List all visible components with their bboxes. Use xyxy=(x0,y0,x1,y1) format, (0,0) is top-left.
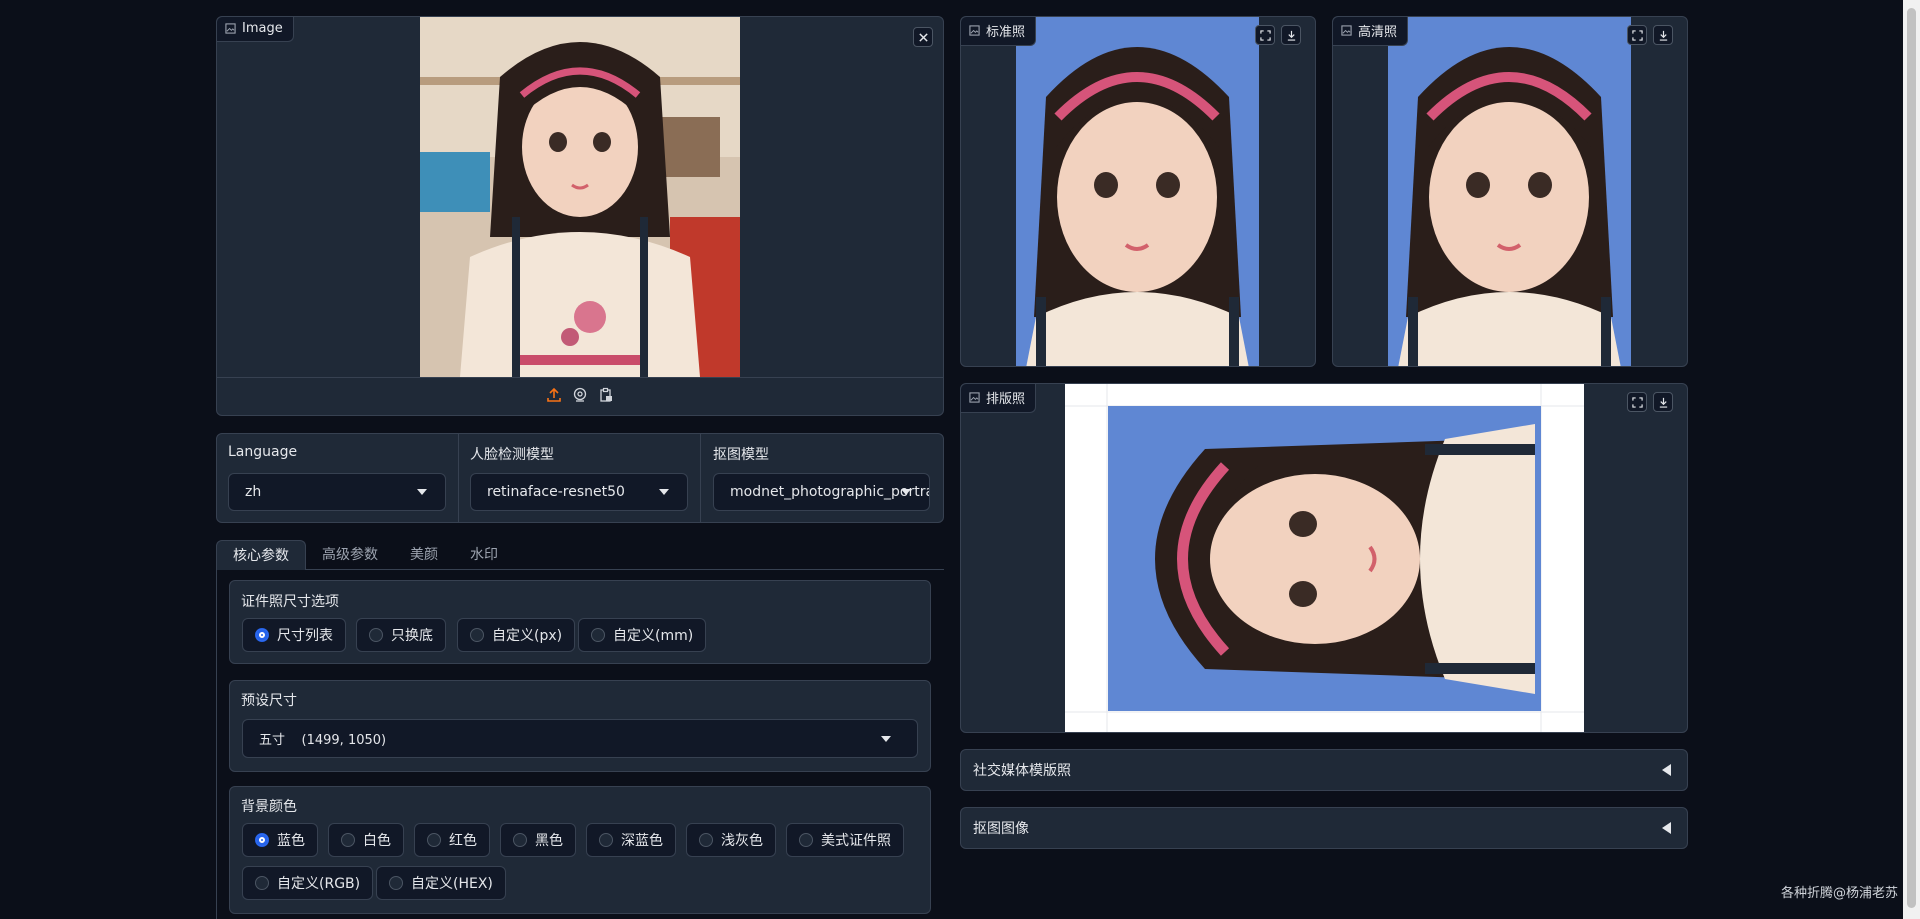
tab-advanced-params[interactable]: 高级参数 xyxy=(306,540,394,570)
hd-photo xyxy=(1388,17,1631,366)
input-image-label: Image xyxy=(217,17,294,42)
radio-dot xyxy=(699,833,713,847)
preset-size-label: 预设尺寸 xyxy=(241,693,297,709)
radio-dot xyxy=(369,628,383,642)
standard-photo xyxy=(1016,17,1259,366)
fullscreen-button[interactable] xyxy=(1627,25,1647,45)
radio-dot xyxy=(591,628,605,642)
tab-core-params[interactable]: 核心参数 xyxy=(216,540,306,570)
image-icon xyxy=(969,25,980,36)
matting-model-label: 抠图模型 xyxy=(713,447,769,463)
fullscreen-icon xyxy=(1259,29,1271,41)
radio-dot xyxy=(255,628,269,642)
matting-model-value: modnet_photographic_portrait xyxy=(730,484,930,500)
accordion-title: 抠图图像 xyxy=(973,821,1029,837)
fullscreen-icon xyxy=(1631,29,1643,41)
language-label: Language xyxy=(228,444,298,460)
hd-photo-panel: 高清照 xyxy=(1332,16,1688,367)
face-model-label: 人脸检测模型 xyxy=(470,447,554,463)
radio-dot xyxy=(341,833,355,847)
chevron-down-icon xyxy=(659,489,669,495)
radio-bg-dark-blue[interactable]: 深蓝色 xyxy=(586,823,676,857)
language-select[interactable]: zh xyxy=(228,473,446,511)
input-image-panel: Image xyxy=(216,16,944,416)
preset-size-value: 五寸 (1499, 1050) xyxy=(259,733,387,748)
download-icon xyxy=(1287,30,1295,41)
radio-dot xyxy=(427,833,441,847)
radio-custom-mm[interactable]: 自定义(mm) xyxy=(578,618,707,652)
close-icon xyxy=(918,32,928,42)
selector-divider-2 xyxy=(700,434,701,522)
accordion-social-media-template[interactable]: 社交媒体模版照 xyxy=(960,749,1688,791)
selector-divider-1 xyxy=(458,434,459,522)
image-icon xyxy=(1341,25,1352,36)
input-actions xyxy=(217,387,943,403)
radio-dot xyxy=(255,876,269,890)
face-model-value: retinaface-resnet50 xyxy=(487,484,625,500)
input-photo xyxy=(420,17,740,377)
image-icon xyxy=(969,392,980,403)
layout-photo-label: 排版照 xyxy=(961,384,1037,413)
layout-photo xyxy=(1065,384,1584,732)
fullscreen-button[interactable] xyxy=(1627,392,1647,412)
matting-model-select[interactable]: modnet_photographic_portrait xyxy=(713,473,930,511)
radio-dot xyxy=(255,833,269,847)
bg-color-label: 背景颜色 xyxy=(241,799,297,815)
tab-beauty[interactable]: 美颜 xyxy=(394,540,454,570)
fullscreen-button[interactable] xyxy=(1255,25,1275,45)
accordion-matting-image[interactable]: 抠图图像 xyxy=(960,807,1688,849)
hd-photo-label: 高清照 xyxy=(1333,17,1409,46)
language-value: zh xyxy=(245,484,262,500)
param-tabs: 核心参数 高级参数 美颜 水印 xyxy=(216,540,514,570)
clear-image-button[interactable] xyxy=(913,27,933,47)
radio-bg-red[interactable]: 红色 xyxy=(414,823,490,857)
face-model-select[interactable]: retinaface-resnet50 xyxy=(470,473,688,511)
fullscreen-icon xyxy=(1631,396,1643,408)
chevron-down-icon xyxy=(417,489,427,495)
download-button[interactable] xyxy=(1653,25,1673,45)
radio-bg-custom-rgb[interactable]: 自定义(RGB) xyxy=(242,866,374,900)
chevron-down-icon xyxy=(881,735,891,742)
radio-bg-black[interactable]: 黑色 xyxy=(500,823,576,857)
tab-watermark[interactable]: 水印 xyxy=(454,540,514,570)
radio-dot xyxy=(470,628,484,642)
radio-size-list[interactable]: 尺寸列表 xyxy=(242,618,346,652)
standard-photo-panel: 标准照 xyxy=(960,16,1316,367)
radio-dot xyxy=(389,876,403,890)
preset-size-select[interactable]: 五寸 (1499, 1050) xyxy=(242,719,918,758)
standard-photo-label: 标准照 xyxy=(961,17,1037,46)
upload-icon[interactable] xyxy=(546,387,562,403)
author-watermark: 各种折腾@杨浦老苏 xyxy=(1780,886,1898,901)
download-button[interactable] xyxy=(1281,25,1301,45)
radio-dot xyxy=(599,833,613,847)
input-divider xyxy=(217,377,943,378)
image-icon xyxy=(225,23,236,34)
download-icon xyxy=(1659,397,1667,408)
radio-bg-us-id[interactable]: 美式证件照 xyxy=(786,823,904,857)
accordion-title: 社交媒体模版照 xyxy=(973,763,1071,779)
webcam-icon[interactable] xyxy=(572,387,588,403)
radio-bg-custom-hex[interactable]: 自定义(HEX) xyxy=(376,866,506,900)
clipboard-icon[interactable] xyxy=(598,387,614,403)
download-icon xyxy=(1659,30,1667,41)
size-options-label: 证件照尺寸选项 xyxy=(241,594,339,610)
page-scrollbar[interactable] xyxy=(1903,0,1920,919)
radio-dot xyxy=(513,833,527,847)
radio-dot xyxy=(799,833,813,847)
radio-bg-blue[interactable]: 蓝色 xyxy=(242,823,318,857)
radio-change-bg-only[interactable]: 只换底 xyxy=(356,618,446,652)
scrollbar-thumb[interactable] xyxy=(1907,8,1916,908)
radio-bg-white[interactable]: 白色 xyxy=(328,823,404,857)
layout-photo-panel: 排版照 xyxy=(960,383,1688,733)
radio-custom-px[interactable]: 自定义(px) xyxy=(457,618,576,652)
download-button[interactable] xyxy=(1653,392,1673,412)
chevron-down-icon xyxy=(901,489,911,495)
radio-bg-light-gray[interactable]: 浅灰色 xyxy=(686,823,776,857)
triangle-left-icon xyxy=(1662,764,1671,776)
triangle-left-icon xyxy=(1662,822,1671,834)
